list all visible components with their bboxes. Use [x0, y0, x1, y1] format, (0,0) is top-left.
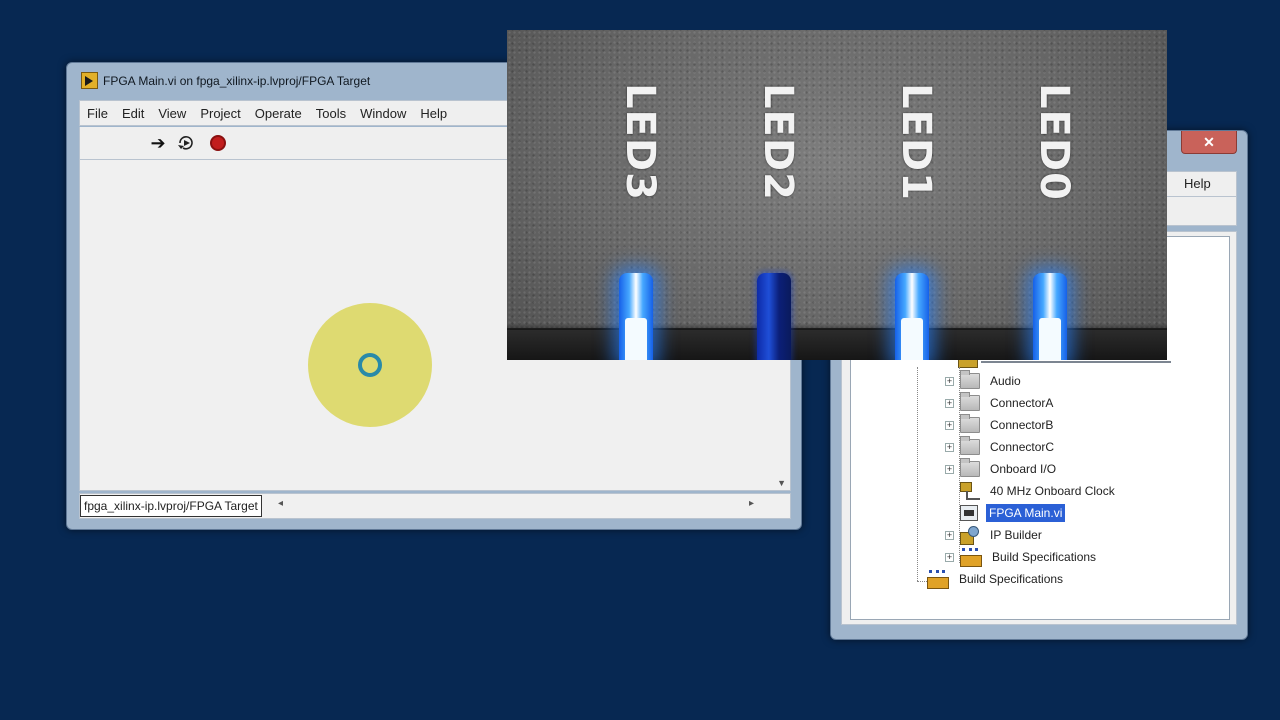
menu-tools[interactable]: Tools — [309, 106, 353, 121]
led3-label: LED3 — [617, 83, 663, 201]
tree-item-build-specs[interactable]: Build Specifications — [927, 570, 1064, 589]
menu-project[interactable]: Project — [193, 106, 247, 121]
run-continuously-icon[interactable] — [176, 134, 196, 152]
tree-item-label: Onboard I/O — [990, 462, 1057, 476]
fpga-board-led-photo: LED3 LED2 LED1 LED0 — [507, 30, 1167, 360]
menu-file[interactable]: File — [80, 106, 115, 121]
led2-indicator — [757, 273, 791, 360]
scroll-down-arrow-icon[interactable]: ▼ — [777, 478, 786, 488]
tree-item-fpga-main-vi[interactable]: FPGA Main.vi — [960, 504, 1066, 522]
menu-edit[interactable]: Edit — [115, 106, 151, 121]
tree-item-label: 40 MHz Onboard Clock — [990, 484, 1115, 498]
tree-item-onboard-clock[interactable]: 40 MHz Onboard Clock — [960, 482, 1115, 500]
board-edge — [507, 324, 1167, 360]
folder-icon — [960, 414, 980, 433]
abort-icon[interactable] — [208, 134, 228, 152]
tree-item-ip-builder[interactable]: + IP Builder — [945, 526, 1042, 545]
folder-icon — [960, 436, 980, 455]
led1-label: LED1 — [893, 83, 939, 201]
expand-icon[interactable]: + — [945, 530, 954, 540]
tree-item-build-specs-target[interactable]: + Build Specifications — [945, 548, 1097, 567]
scroll-left-arrow-icon[interactable]: ◂ — [278, 498, 283, 509]
vi-status-bar: fpga_xilinx-ip.lvproj/FPGA Target ◂ ▸ — [79, 493, 791, 519]
expand-icon[interactable]: + — [945, 398, 954, 408]
led0-label: LED0 — [1031, 83, 1077, 201]
tree-item-label: ConnectorB — [990, 418, 1054, 432]
tree-item-label: Build Specifications — [992, 550, 1097, 564]
tree-item-connectorc[interactable]: + ConnectorC — [945, 436, 1055, 456]
tree-item-label: ConnectorC — [990, 440, 1055, 454]
folder-icon — [960, 458, 980, 477]
tree-item-audio[interactable]: + Audio — [945, 370, 1021, 390]
cursor-highlight — [308, 303, 432, 427]
expand-icon[interactable]: + — [945, 376, 954, 386]
folder-icon — [960, 370, 980, 389]
expand-icon[interactable]: + — [945, 442, 954, 452]
menu-help[interactable]: Help — [413, 106, 454, 121]
clock-icon — [960, 482, 980, 500]
scroll-right-arrow-icon[interactable]: ▸ — [749, 498, 754, 509]
tree-item-label: Build Specifications — [959, 572, 1064, 586]
tree-connector — [917, 367, 918, 581]
target-context-field[interactable]: fpga_xilinx-ip.lvproj/FPGA Target — [80, 495, 262, 517]
busy-cursor-icon — [358, 353, 382, 377]
close-button[interactable]: ✕ — [1181, 131, 1237, 154]
fpga-target-icon — [958, 359, 978, 368]
menu-view[interactable]: View — [151, 106, 193, 121]
run-arrow-icon[interactable]: ➔ — [148, 134, 168, 152]
led3-indicator — [619, 273, 653, 360]
vi-icon — [960, 505, 978, 521]
menu-window[interactable]: Window — [353, 106, 413, 121]
tree-item-label: FPGA Main.vi — [986, 504, 1066, 522]
expand-icon[interactable]: + — [945, 420, 954, 430]
build-spec-icon — [927, 570, 949, 589]
ip-builder-icon — [960, 526, 980, 545]
labview-vi-icon — [81, 72, 98, 89]
expand-icon[interactable]: + — [945, 552, 954, 562]
tree-item-onboard-io[interactable]: + Onboard I/O — [945, 458, 1057, 478]
led0-indicator — [1033, 273, 1067, 360]
tree-item-connectorb[interactable]: + ConnectorB — [945, 414, 1054, 434]
tree-item-label: IP Builder — [990, 528, 1042, 542]
led2-label: LED2 — [755, 83, 801, 201]
folder-icon — [960, 392, 980, 411]
tree-item-connectora[interactable]: + ConnectorA — [945, 392, 1054, 412]
menu-operate[interactable]: Operate — [248, 106, 309, 121]
tree-item-label: Audio — [990, 374, 1021, 388]
expand-icon[interactable]: + — [945, 464, 954, 474]
menu-help[interactable]: Help — [1184, 176, 1211, 191]
tree-item-label: ConnectorA — [990, 396, 1054, 410]
window-title: FPGA Main.vi on fpga_xilinx-ip.lvproj/FP… — [103, 74, 371, 88]
build-spec-icon — [960, 548, 982, 567]
led1-indicator — [895, 273, 929, 360]
